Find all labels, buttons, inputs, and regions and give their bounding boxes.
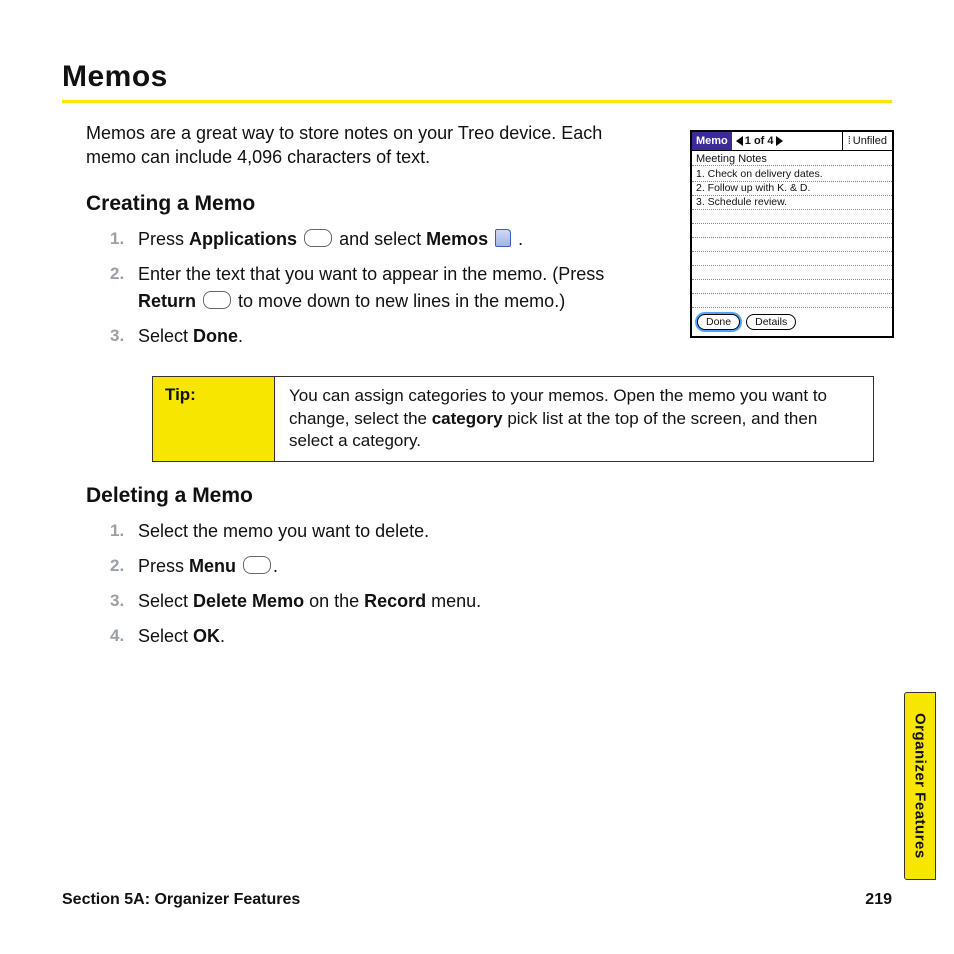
creating-steps: Press Applications and select Memos . En… (110, 226, 657, 358)
footer-section: Section 5A: Organizer Features (62, 891, 300, 909)
memo-line (692, 238, 892, 252)
category-value: Unfiled (853, 135, 887, 147)
return-key-icon (203, 291, 231, 309)
deleting-heading: Deleting a Memo (86, 484, 892, 508)
prev-arrow-icon (736, 136, 743, 146)
memo-line (692, 266, 892, 280)
category-picklist: ⁞ Unfiled (842, 132, 892, 150)
list-item: Select OK. (110, 623, 892, 658)
memo-line (692, 280, 892, 294)
list-item: Select Done. (110, 323, 657, 358)
memo-line: 1. Check on delivery dates. (692, 168, 892, 182)
memo-line (692, 294, 892, 308)
memo-line (692, 252, 892, 266)
tip-callout: Tip: You can assign categories to your m… (152, 376, 874, 463)
dropdown-icon: ⁞ (848, 135, 850, 147)
section-thumb-tab: Organizer Features (904, 692, 936, 880)
memo-counter: 1 of 4 (745, 135, 774, 147)
details-button: Details (746, 314, 796, 330)
list-item: Select the memo you want to delete. (110, 518, 892, 553)
tip-body: You can assign categories to your memos.… (275, 377, 873, 462)
heading-rule (62, 100, 892, 103)
memo-title-field: Meeting Notes (692, 151, 892, 166)
list-item: Enter the text that you want to appear i… (110, 261, 657, 323)
memo-line (692, 210, 892, 224)
list-item: Press Menu . (110, 553, 892, 588)
memo-app-title: Memo (692, 132, 732, 150)
applications-key-icon (304, 229, 332, 247)
memo-line: 3. Schedule review. (692, 196, 892, 210)
footer-page-number: 219 (865, 891, 892, 909)
menu-key-icon (243, 556, 271, 574)
memo-line: 2. Follow up with K. & D. (692, 182, 892, 196)
creating-heading: Creating a Memo (86, 192, 657, 216)
memos-app-icon (495, 229, 511, 247)
done-button: Done (697, 314, 740, 330)
deleting-steps: Select the memo you want to delete. Pres… (110, 518, 892, 658)
memo-line (692, 224, 892, 238)
tip-label: Tip: (153, 377, 275, 462)
next-arrow-icon (776, 136, 783, 146)
page-heading: Memos (62, 60, 892, 94)
memo-app-screenshot: Memo 1 of 4 ⁞ Unfiled Meeting Notes 1. C… (690, 130, 894, 338)
intro-paragraph: Memos are a great way to store notes on … (86, 121, 606, 170)
list-item: Press Applications and select Memos . (110, 226, 657, 261)
list-item: Select Delete Memo on the Record menu. (110, 588, 892, 623)
